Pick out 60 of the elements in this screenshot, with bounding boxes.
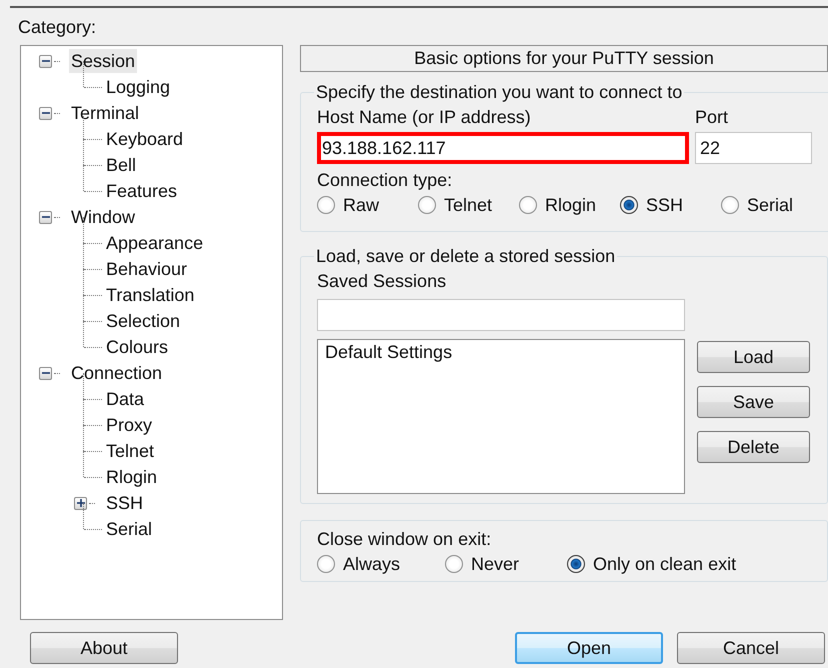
tree-item[interactable]: Translation xyxy=(104,283,196,307)
tree-item[interactable]: Terminal xyxy=(69,101,142,125)
list-item[interactable]: Default Settings xyxy=(325,342,677,363)
radio-button[interactable] xyxy=(418,196,436,214)
tree-item[interactable]: Bell xyxy=(104,153,138,177)
about-button[interactable]: About xyxy=(30,632,178,664)
tree-item[interactable]: Window xyxy=(69,205,138,229)
radio-button[interactable] xyxy=(567,555,585,573)
tree-item[interactable]: Features xyxy=(104,179,180,203)
button[interactable]: Cancel xyxy=(677,632,825,664)
plus-icon[interactable] xyxy=(74,496,87,510)
radio-option[interactable]: Never xyxy=(445,554,567,574)
minus-icon[interactable] xyxy=(39,54,52,68)
field-label: Port xyxy=(695,107,728,129)
minus-icon[interactable] xyxy=(39,106,52,120)
radio-button[interactable] xyxy=(519,196,537,214)
radio-option[interactable]: Raw xyxy=(317,194,418,216)
input-field[interactable] xyxy=(317,299,685,331)
field-label: Host Name (or IP address) xyxy=(317,107,532,129)
tree-item[interactable]: Logging xyxy=(104,75,172,99)
input-field[interactable]: 93.188.162.117 xyxy=(317,132,689,164)
input-field[interactable]: 22 xyxy=(695,132,812,164)
radio-button[interactable] xyxy=(317,196,335,214)
tree-item[interactable]: Serial xyxy=(104,517,154,541)
radio-button[interactable] xyxy=(721,196,739,214)
session-list[interactable]: Default Settings xyxy=(317,339,685,494)
field-label: Close window on exit: xyxy=(317,529,492,551)
tree-item[interactable]: Proxy xyxy=(104,413,154,437)
group-title: Specify the destination you want to connect to xyxy=(315,82,684,103)
minus-icon[interactable] xyxy=(39,366,52,380)
button[interactable]: Save xyxy=(697,386,810,418)
tree-item[interactable]: Selection xyxy=(104,309,182,333)
field-label: Connection type: xyxy=(317,170,454,192)
button[interactable]: Load xyxy=(697,341,810,373)
radio-option[interactable]: Serial xyxy=(721,194,822,216)
group-title: Load, save or delete a stored session xyxy=(315,246,616,267)
minus-icon[interactable] xyxy=(39,210,52,224)
tree-item[interactable]: Behaviour xyxy=(104,257,190,281)
section-header: Basic options for your PuTTY session xyxy=(300,45,828,72)
button[interactable]: Delete xyxy=(697,431,810,463)
tree-item[interactable]: Colours xyxy=(104,335,170,359)
button[interactable]: Open xyxy=(515,632,663,664)
radio-option[interactable]: Only on clean exit xyxy=(567,554,736,574)
radio-button[interactable] xyxy=(317,555,335,573)
radio-button[interactable] xyxy=(620,196,638,214)
tree-item[interactable]: Keyboard xyxy=(104,127,186,151)
field-label: Saved Sessions xyxy=(317,271,448,293)
radio-option[interactable]: Always xyxy=(317,554,445,574)
tree-item[interactable]: SSH xyxy=(104,491,146,515)
radio-option[interactable]: SSH xyxy=(620,194,721,216)
radio-option[interactable]: Rlogin xyxy=(519,194,620,216)
category-label: Category: xyxy=(17,16,98,39)
tree-item[interactable]: Data xyxy=(104,387,146,411)
tree-item[interactable]: Rlogin xyxy=(104,465,160,489)
tree-item[interactable]: Session xyxy=(69,49,138,73)
radio-button[interactable] xyxy=(445,555,463,573)
radio-option[interactable]: Telnet xyxy=(418,194,519,216)
tree-item[interactable]: Connection xyxy=(69,361,164,385)
tree-item[interactable]: Telnet xyxy=(104,439,156,463)
tree-item[interactable]: Appearance xyxy=(104,231,206,255)
